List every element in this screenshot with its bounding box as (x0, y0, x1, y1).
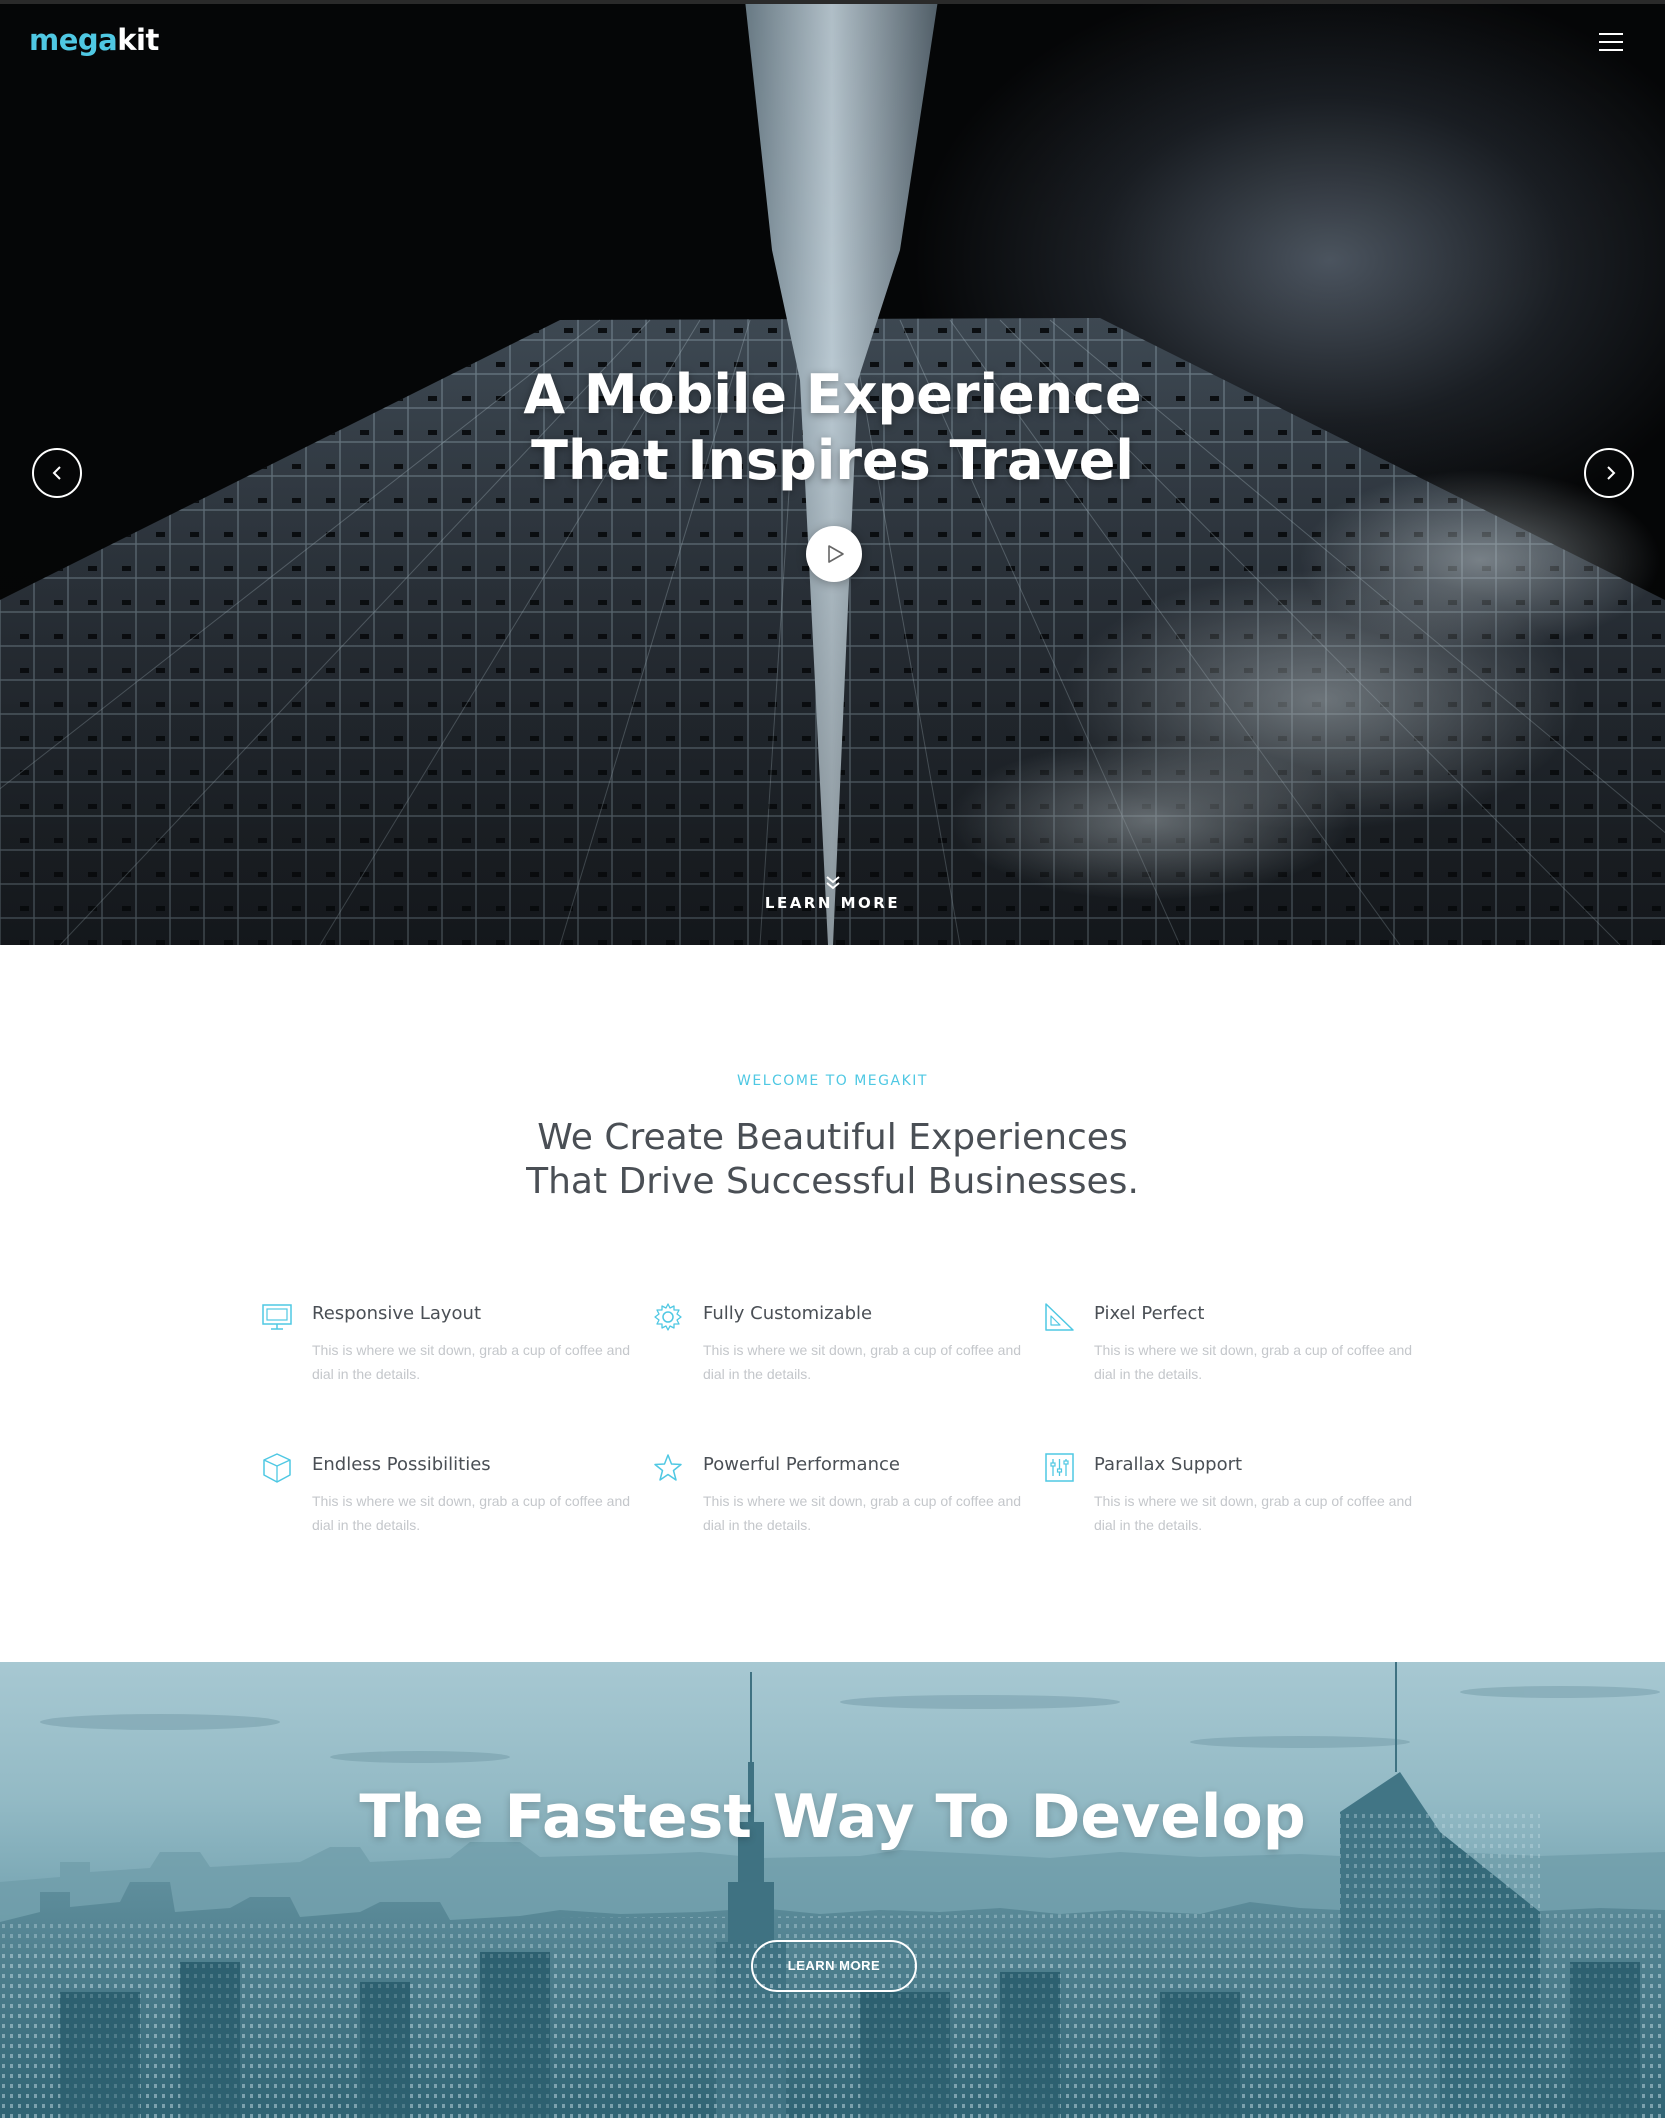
gear-icon (654, 1303, 682, 1331)
feature-description: This is where we sit down, grab a cup of… (1094, 1493, 1413, 1533)
hero-title-line1: A Mobile Experience (523, 363, 1142, 426)
slider-next-button[interactable] (1584, 448, 1634, 498)
hamburger-icon[interactable] (1594, 33, 1628, 59)
menu-bar (1599, 41, 1623, 43)
cta-title: The Fastest Way To Develop (359, 1782, 1306, 1852)
headline-line1: We Create Beautiful Experiences (537, 1117, 1128, 1158)
feature-title: Fully Customizable (703, 1303, 873, 1324)
menu-bar (1599, 33, 1623, 35)
feature-title: Responsive Layout (312, 1303, 482, 1324)
feature-description: This is where we sit down, grab a cup of… (703, 1493, 1022, 1533)
hero-learn-more-label: LEARN MORE (764, 894, 901, 912)
feature-description: This is where we sit down, grab a cup of… (312, 1493, 631, 1533)
logo-text-kit: kit (117, 23, 159, 57)
feature-powerful-performance: Powerful Performance This is where we si… (652, 1451, 1032, 1561)
feature-description: This is where we sit down, grab a cup of… (1094, 1342, 1413, 1382)
feature-responsive-layout: Responsive Layout This is where we sit d… (261, 1300, 641, 1410)
city-background-image (0, 1662, 1665, 2118)
play-video-button[interactable] (806, 526, 862, 582)
star-icon (654, 1454, 682, 1481)
section-headline: We Create Beautiful Experiences That Dri… (0, 1116, 1665, 1204)
menu-bar (1599, 49, 1623, 51)
sliders-icon (1045, 1453, 1074, 1482)
logo[interactable]: megakit (29, 23, 159, 57)
feature-title: Powerful Performance (703, 1454, 900, 1475)
hero-title: A Mobile Experience That Inspires Travel (0, 362, 1665, 494)
cta-banner: The Fastest Way To Develop LEARN MORE (0, 1662, 1665, 2118)
double-chevron-down-icon (825, 876, 840, 890)
top-border (0, 0, 1665, 4)
feature-title: Parallax Support (1094, 1454, 1243, 1475)
headline-line2: That Drive Successful Businesses. (526, 1161, 1139, 1202)
hero-slider: megakit A Mobile Experience That Inspire… (0, 0, 1665, 945)
monitor-icon (262, 1304, 292, 1330)
logo-text-mega: mega (29, 23, 118, 57)
hero-title-line2: That Inspires Travel (531, 429, 1134, 492)
feature-description: This is where we sit down, grab a cup of… (312, 1342, 631, 1382)
feature-parallax-support: Parallax Support This is where we sit do… (1043, 1451, 1423, 1561)
chevron-right-icon (1607, 466, 1616, 480)
feature-description: This is where we sit down, grab a cup of… (703, 1342, 1022, 1382)
feature-title: Endless Possibilities (312, 1454, 491, 1475)
feature-pixel-perfect: Pixel Perfect This is where we sit down,… (1043, 1300, 1423, 1410)
feature-endless-possibilities: Endless Possibilities This is where we s… (261, 1451, 641, 1561)
set-square-icon (1045, 1303, 1074, 1331)
feature-title: Pixel Perfect (1094, 1303, 1205, 1324)
cta-learn-more-button[interactable]: LEARN MORE (751, 1940, 917, 1992)
feature-fully-customizable: Fully Customizable This is where we sit … (652, 1300, 1032, 1410)
section-eyebrow: WELCOME TO MEGAKIT (737, 1073, 928, 1089)
cube-icon (263, 1453, 291, 1483)
slider-prev-button[interactable] (32, 448, 82, 498)
chevron-left-icon (52, 466, 61, 480)
hero-learn-more-link[interactable]: LEARN MORE (0, 874, 1665, 913)
play-icon (828, 545, 844, 563)
